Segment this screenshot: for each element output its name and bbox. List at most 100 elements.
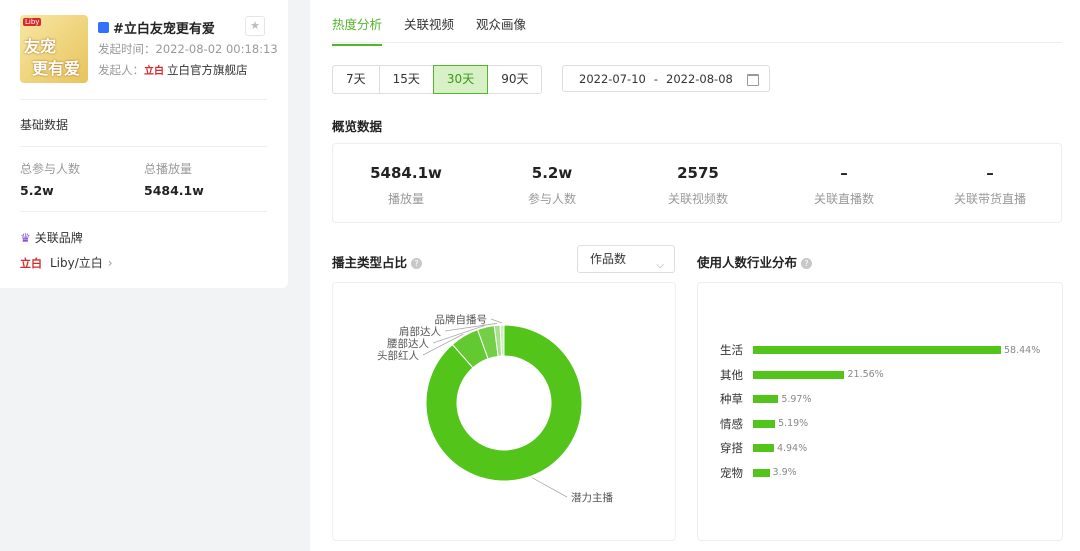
donut-slice-label: 潜力主播 [571,491,613,504]
metric-select-value: 作品数 [590,252,626,266]
tabs-divider [332,42,1062,43]
brand-section-icon: ♛ [20,231,31,245]
bar-value-label: 4.94% [777,443,807,454]
date-start: 2022-07-10 [579,72,646,86]
cover-text-line1: 友宠 [24,33,56,57]
overview-lives: – 关联直播数 [771,164,917,207]
initiator-row: 发起人：立白立白官方旗舰店 [98,62,248,78]
bar-value-label: 58.44% [1004,345,1040,356]
industry-chart-panel: 生活 58.44% 其他 21.56% 种草 5.97% 情感 5.19% 穿搭 4.94% 宠物 3… [697,282,1063,541]
donut-chart-panel: 潜力主播 头部红人腰部达人肩部达人品牌自播号 [332,282,676,541]
bar-category-label: 其他 [698,367,743,383]
total-participants-value: 5.2w [20,183,54,198]
overview-title: 概览数据 [332,116,382,135]
donut-slice-label: 头部红人 [377,349,419,362]
initiator-name[interactable]: 立白官方旗舰店 [167,63,248,77]
overview-stats-box: 5484.1w 播放量 5.2w 参与人数 2575 关联视频数 – 关联直播数… [332,143,1062,223]
launch-time-label: 发起时间： [98,42,156,56]
brand-section-title: 关联品牌 [35,229,83,246]
overview-lives-value: – [771,164,917,182]
topic-cover-image: Liby 友宠 更有爱 [20,15,88,83]
bar-row: 情感 5.19% [698,417,808,431]
bar-row: 生活 58.44% [698,343,1040,357]
bar-category-label: 穿搭 [698,440,743,456]
bar-category-label: 生活 [698,342,743,358]
overview-lives-label: 关联直播数 [771,190,917,207]
chevron-down-icon: ⌵ [656,253,664,279]
overview-sales-lives-label: 关联带货直播 [917,190,1063,207]
bar-row: 穿搭 4.94% [698,441,807,455]
overview-videos-label: 关联视频数 [625,190,771,207]
topic-icon [98,22,109,33]
metric-select[interactable]: 作品数 ⌵ [577,245,675,273]
overview-participants: 5.2w 参与人数 [479,164,625,207]
industry-title-text: 使用人数行业分布 [697,255,797,270]
date-range-picker[interactable]: 2022-07-10 - 2022-08-08 [562,65,770,92]
help-icon[interactable]: ? [801,258,812,269]
time-range-selector: 7天 15天 30天 90天 [332,65,542,94]
bar-category-label: 情感 [698,416,743,432]
overview-participants-value: 5.2w [479,164,625,182]
bar-value-label: 5.19% [778,418,808,429]
divider [20,146,267,147]
bar-category-label: 种草 [698,391,743,407]
overview-videos-value: 2575 [625,164,771,182]
main-panel: 热度分析 关联视频 观众画像 7天 15天 30天 90天 2022-07-10… [310,0,1080,551]
date-separator: - [654,72,658,86]
bar-value-label: 21.56% [847,369,883,380]
range-30-days-button[interactable]: 30天 [433,65,488,94]
topic-title-text: #立白友宠更有爱 [113,18,215,37]
donut-leader-line [491,319,502,323]
donut-slice-label: 品牌自播号 [435,313,488,326]
range-90-days-button[interactable]: 90天 [487,65,542,94]
cover-text-line2: 更有爱 [32,55,80,79]
bar[interactable] [753,444,774,452]
bar[interactable] [753,469,770,477]
bar-value-label: 3.9% [773,467,797,478]
divider [20,99,267,100]
donut-title-text: 播主类型占比 [332,255,407,270]
initiator-brand-icon: 立白 [144,66,164,77]
bar[interactable] [753,346,1001,354]
range-7-days-button[interactable]: 7天 [332,65,380,94]
brand-name: Liby/立白 [50,254,103,271]
favorite-star-button[interactable]: ★ [245,16,265,36]
donut-slice-label: 腰部达人 [387,337,429,350]
total-participants-label: 总参与人数 [20,160,80,177]
bar[interactable] [753,395,778,403]
bar-row: 种草 5.97% [698,392,812,406]
basic-data-title: 基础数据 [20,116,68,133]
donut-slice-label: 肩部达人 [399,325,441,338]
overview-participants-label: 参与人数 [479,190,625,207]
donut-chart: 潜力主播 头部红人腰部达人肩部达人品牌自播号 [333,283,675,540]
total-plays-label: 总播放量 [144,160,192,177]
chevron-right-icon: › [108,256,113,270]
topic-info-card: Liby 友宠 更有爱 #立白友宠更有爱 ★ 发起时间：2022-08-02 0… [0,0,288,288]
overview-sales-lives-value: – [917,164,1063,182]
overview-videos: 2575 关联视频数 [625,164,771,207]
launch-time-row: 发起时间：2022-08-02 00:18:13 [98,41,278,57]
bar-row: 其他 21.56% [698,368,884,382]
bar[interactable] [753,420,775,428]
related-brand-link[interactable]: 立白 Liby/立白 › [20,254,113,271]
calendar-icon [747,74,759,86]
industry-bar-chart: 生活 58.44% 其他 21.56% 种草 5.97% 情感 5.19% 穿搭 4.94% 宠物 3… [698,283,1062,540]
bar-category-label: 宠物 [698,465,743,481]
date-end: 2022-08-08 [666,72,733,86]
divider [20,211,267,212]
bar-row: 宠物 3.9% [698,466,797,480]
overview-plays-label: 播放量 [333,190,479,207]
donut-title: 播主类型占比? [332,252,422,271]
range-15-days-button[interactable]: 15天 [379,65,434,94]
brand-logo-icon: 立白 [20,255,42,271]
brand-section-header: ♛ 关联品牌 [20,229,83,246]
launch-time-value: 2022-08-02 00:18:13 [156,42,278,56]
overview-plays: 5484.1w 播放量 [333,164,479,207]
help-icon[interactable]: ? [411,258,422,269]
topic-title: #立白友宠更有爱 [98,18,215,37]
total-plays-value: 5484.1w [144,183,204,198]
bar[interactable] [753,371,844,379]
bar-value-label: 5.97% [781,394,811,405]
cover-brand-badge: Liby [23,18,41,26]
donut-leader-line [532,478,567,497]
